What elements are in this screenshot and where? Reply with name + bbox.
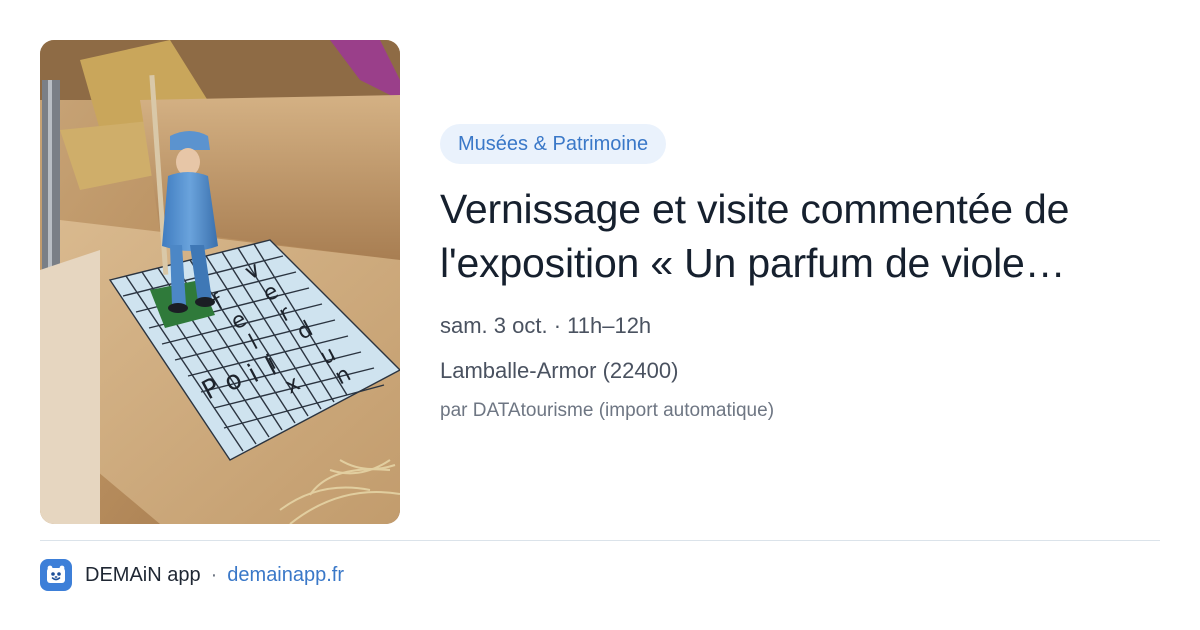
category-badge[interactable]: Musées & Patrimoine — [440, 124, 667, 164]
demain-app-logo-icon — [40, 559, 72, 591]
app-domain-link[interactable]: demainapp.fr — [227, 564, 344, 587]
event-location: Lamballe-Armor (22400) — [440, 358, 679, 383]
event-title-line-2: l'exposition « Un parfum de viole… — [440, 240, 1066, 286]
footer-divider — [40, 540, 1160, 541]
event-datetime: sam. 3 oct. · 11h–12h — [440, 313, 652, 338]
event-source: par DATAtourisme (import automatique) — [440, 400, 775, 421]
event-title-line-1: Vernissage et visite commentée de — [440, 186, 1070, 232]
event-details: Musées & Patrimoine Vernissage et visite… — [440, 124, 1160, 423]
event-photo[interactable]: v e r d u n f e l i x P o i l — [40, 40, 400, 524]
footer: DEMAiN app · demainapp.fr — [40, 558, 344, 592]
app-name: DEMAiN app — [85, 563, 201, 586]
footer-separator: · — [210, 563, 218, 586]
event-title[interactable]: Vernissage et visite commentée de l'expo… — [440, 182, 1160, 290]
